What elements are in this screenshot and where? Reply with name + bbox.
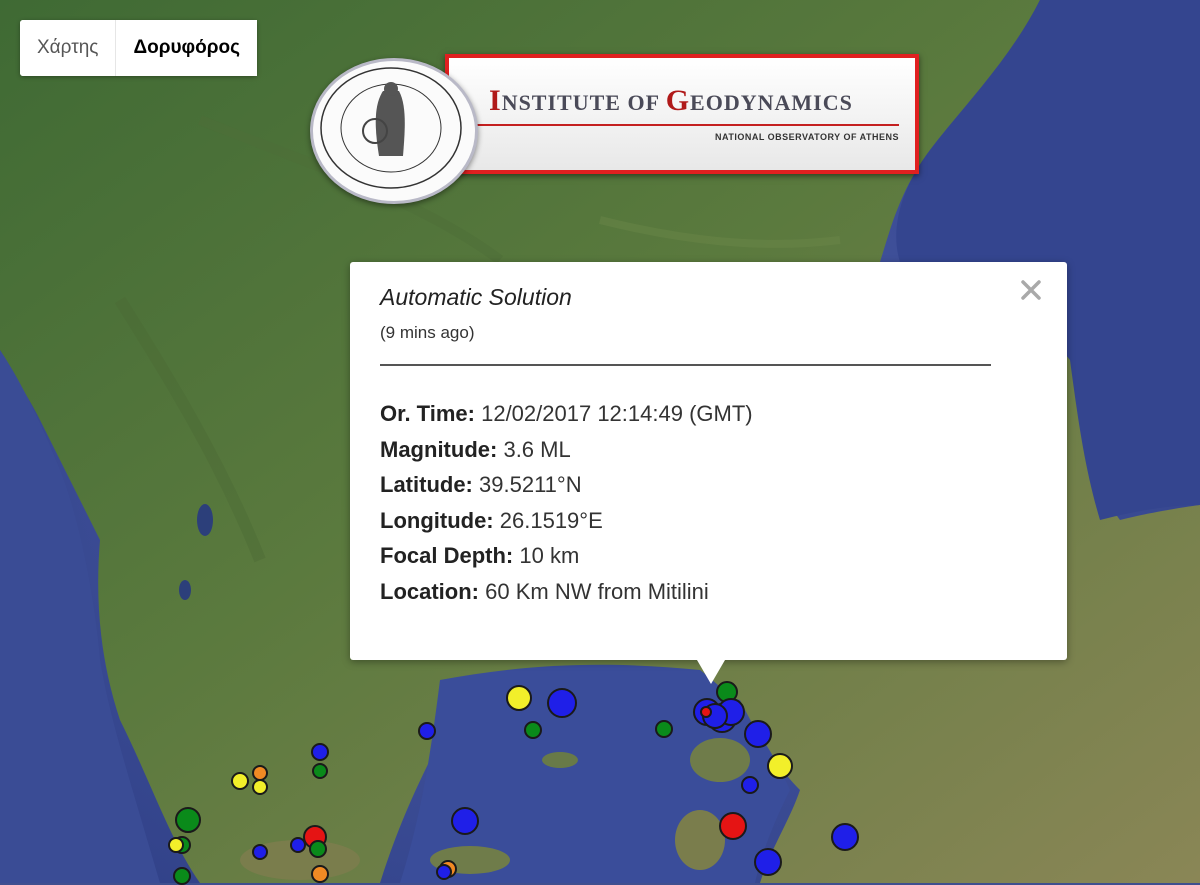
institute-subtitle: NATIONAL OBSERVATORY OF ATHENS: [714, 132, 899, 142]
earthquake-marker[interactable]: [506, 685, 532, 711]
earthquake-marker[interactable]: [547, 688, 577, 718]
seal-emblem-icon: [320, 67, 462, 189]
info-window-pointer: [697, 660, 725, 684]
map-type-control: Χάρτης Δορυφόρος: [20, 20, 257, 76]
detail-row: Or. Time: 12/02/2017 12:14:49 (GMT): [380, 396, 753, 432]
earthquake-marker[interactable]: [744, 720, 772, 748]
earthquake-marker[interactable]: [754, 848, 782, 876]
earthquake-marker[interactable]: [311, 865, 329, 883]
earthquake-marker[interactable]: [418, 722, 436, 740]
solution-title: Automatic Solution: [380, 284, 572, 310]
earthquake-marker[interactable]: [309, 840, 327, 858]
earthquake-marker[interactable]: [252, 779, 268, 795]
detail-label: Location:: [380, 578, 479, 604]
earthquake-details: Or. Time: 12/02/2017 12:14:49 (GMT) Magni…: [380, 396, 753, 609]
detail-row: Longitude: 26.1519°E: [380, 503, 753, 539]
detail-label: Longitude:: [380, 507, 494, 533]
earthquake-marker[interactable]: [700, 706, 712, 718]
close-button[interactable]: [1019, 278, 1043, 302]
earthquake-info-window: Automatic Solution (9 mins ago) Or. Time…: [350, 262, 1067, 684]
banner-divider: [469, 124, 899, 126]
earthquake-marker[interactable]: [312, 763, 328, 779]
earthquake-marker[interactable]: [451, 807, 479, 835]
detail-value: 12/02/2017 12:14:49 (GMT): [481, 401, 753, 426]
institute-logo: INSTITUTE OF GEODYNAMICS NATIONAL OBSERV…: [310, 52, 920, 204]
earthquake-marker[interactable]: [175, 807, 201, 833]
detail-value: 10 km: [519, 543, 580, 568]
earthquake-marker[interactable]: [524, 721, 542, 739]
earthquake-marker[interactable]: [741, 776, 759, 794]
observatory-seal: [310, 58, 478, 204]
detail-label: Focal Depth:: [380, 543, 514, 568]
detail-label: Or. Time:: [380, 401, 475, 426]
info-divider: [380, 364, 991, 366]
detail-row: Magnitude: 3.6 ML: [380, 432, 753, 468]
close-icon[interactable]: [1019, 278, 1043, 302]
earthquake-marker[interactable]: [311, 743, 329, 761]
earthquake-marker[interactable]: [173, 867, 191, 885]
earthquake-marker[interactable]: [252, 844, 268, 860]
earthquake-marker[interactable]: [168, 837, 184, 853]
detail-value: 39.5211°N: [479, 472, 582, 497]
earthquake-marker[interactable]: [831, 823, 859, 851]
earthquake-marker[interactable]: [436, 864, 452, 880]
earthquake-marker[interactable]: [231, 772, 249, 790]
institute-banner: INSTITUTE OF GEODYNAMICS NATIONAL OBSERV…: [445, 54, 919, 174]
earthquake-marker[interactable]: [655, 720, 673, 738]
satellite-view-button[interactable]: Δορυφόρος: [115, 20, 257, 76]
earthquake-marker[interactable]: [719, 812, 747, 840]
detail-label: Latitude:: [380, 472, 473, 497]
detail-row: Latitude: 39.5211°N: [380, 467, 753, 503]
earthquake-marker[interactable]: [290, 837, 306, 853]
detail-value: 3.6 ML: [503, 436, 571, 462]
institute-title: INSTITUTE OF GEODYNAMICS: [489, 84, 853, 117]
detail-value: 60 Km NW from Mitilini: [485, 578, 709, 604]
map-view-button[interactable]: Χάρτης: [20, 20, 116, 76]
detail-row: Focal Depth: 10 km: [380, 538, 753, 574]
detail-value: 26.1519°E: [499, 507, 603, 533]
detail-row: Location: 60 Km NW from Mitilini: [380, 574, 753, 610]
earthquake-marker[interactable]: [767, 753, 793, 779]
solution-age: (9 mins ago): [380, 323, 475, 342]
detail-label: Magnitude:: [380, 436, 498, 462]
